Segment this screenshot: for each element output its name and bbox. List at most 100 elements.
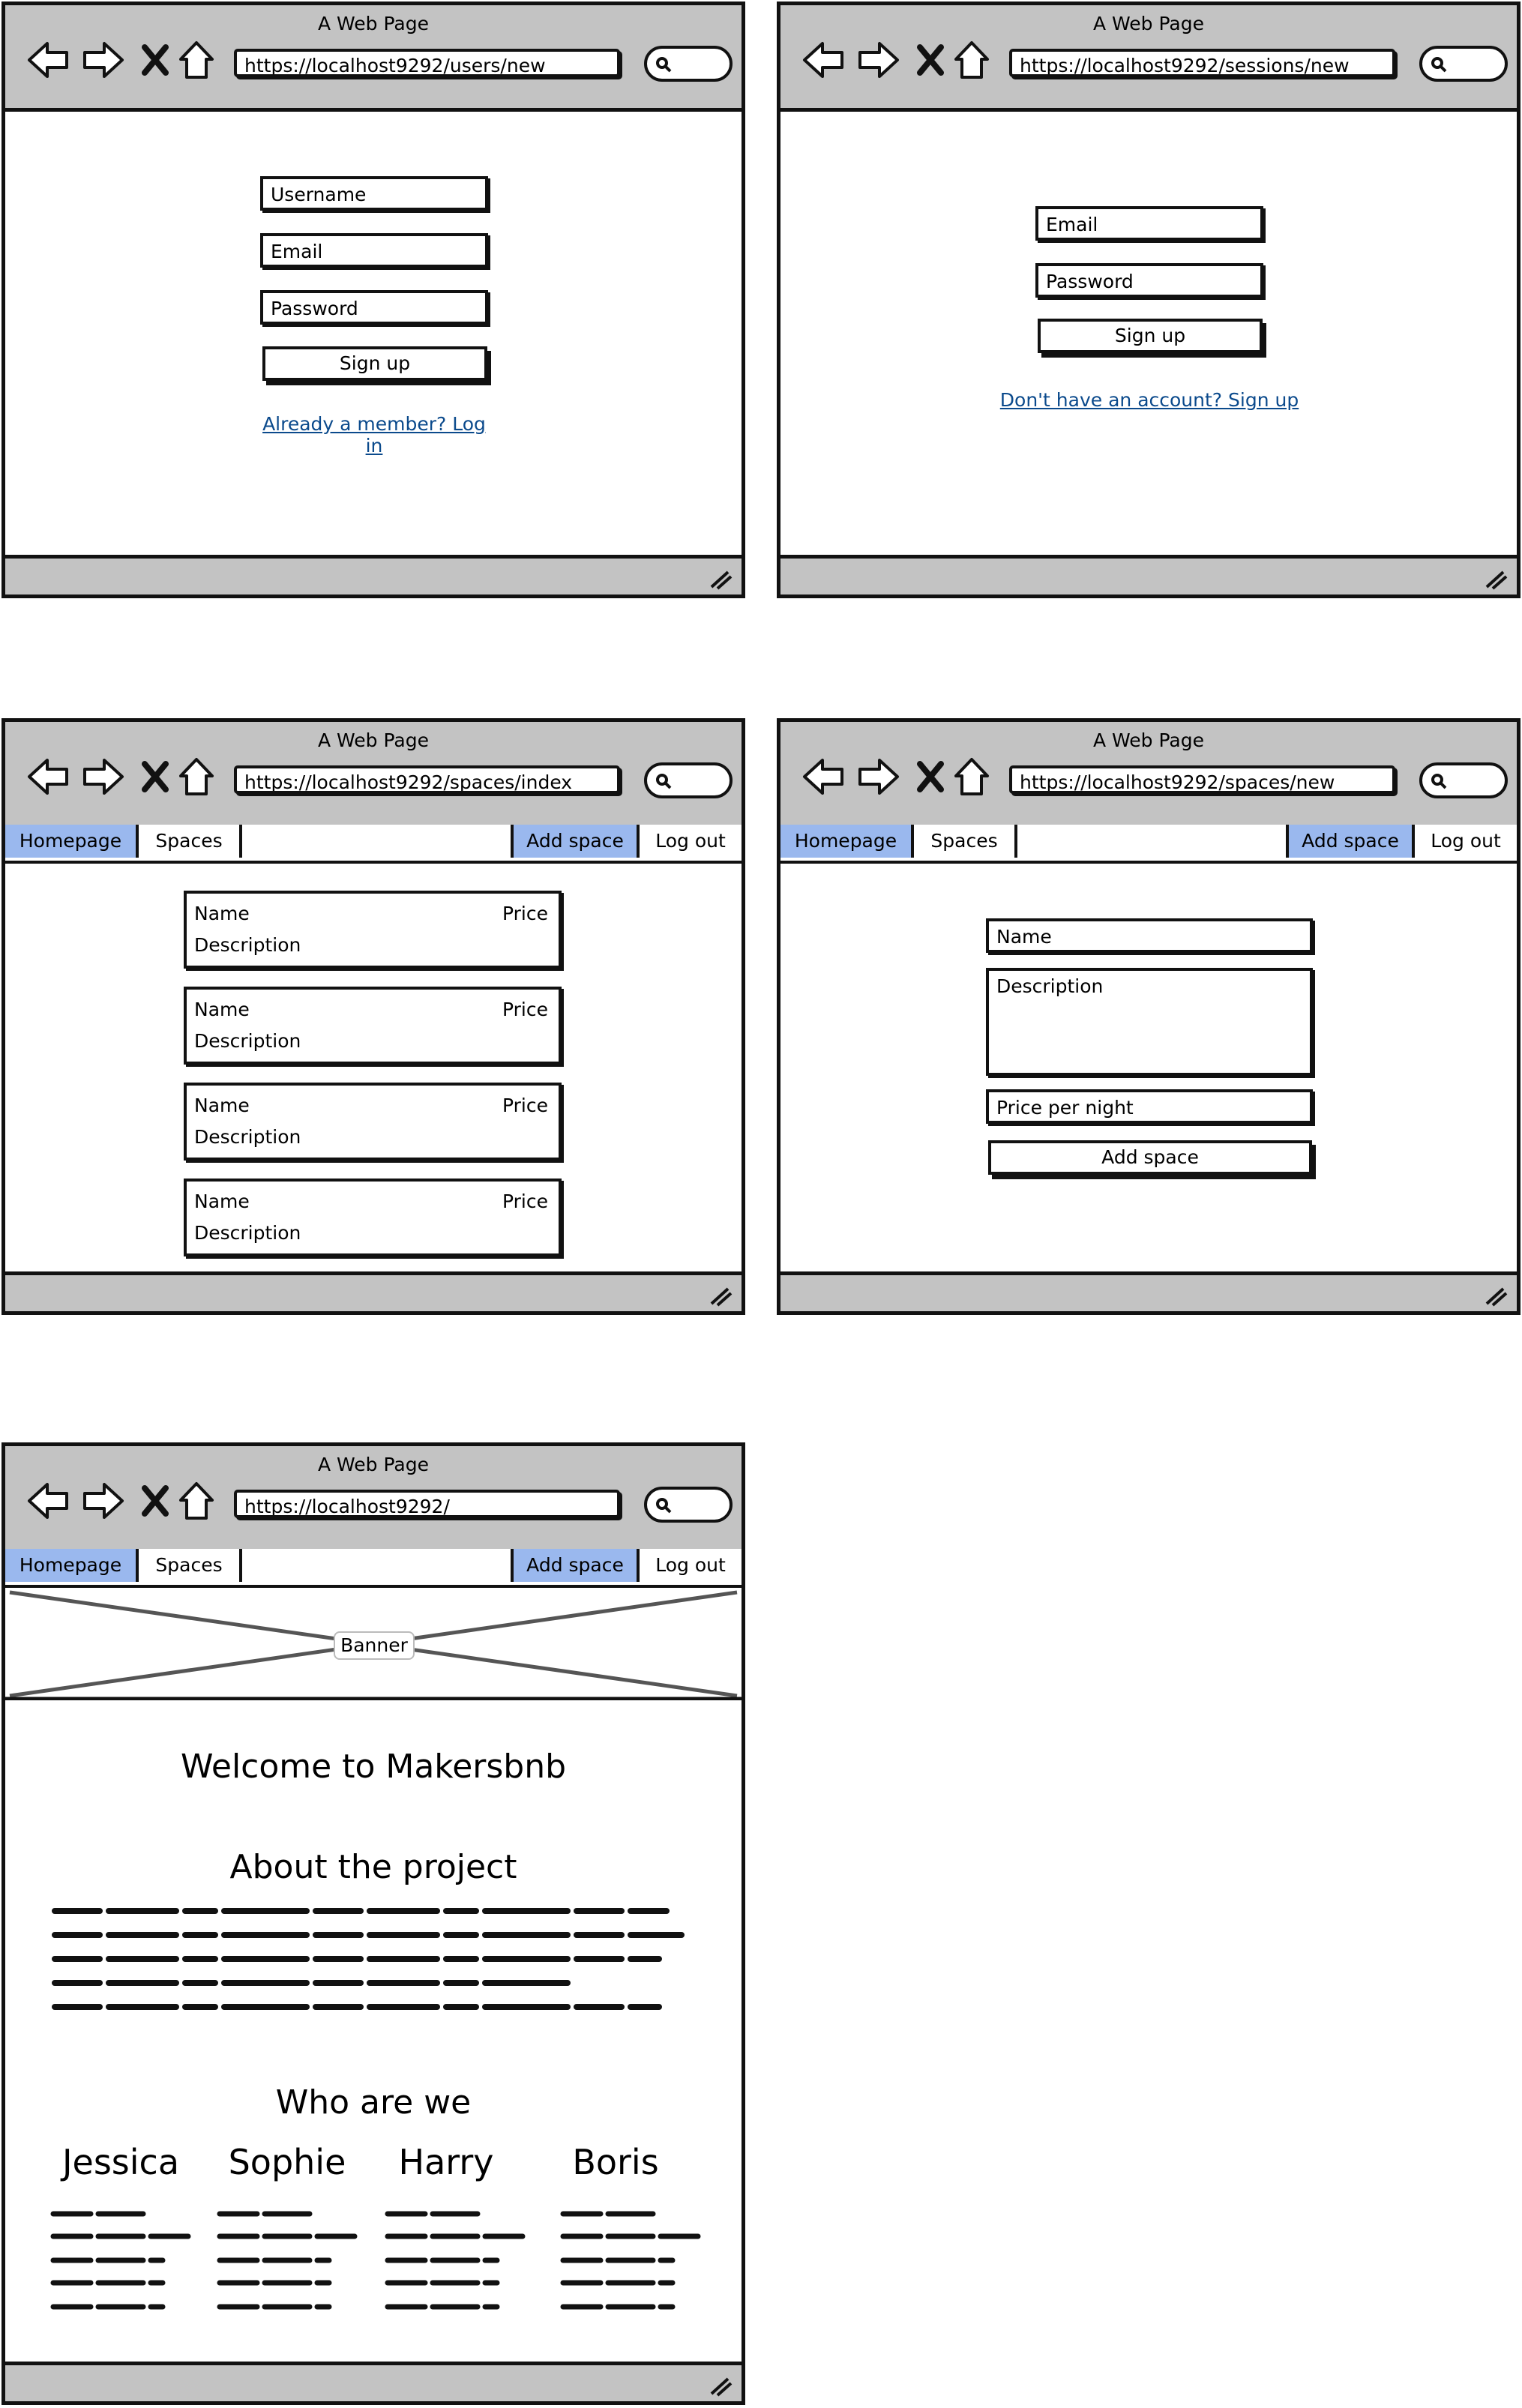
sign-up-button[interactable]: Sign up: [262, 346, 487, 381]
space-price: Price: [502, 999, 548, 1020]
search-box[interactable]: [644, 46, 733, 82]
nav-add-space[interactable]: Add space: [511, 825, 640, 858]
home-icon[interactable]: [953, 40, 990, 80]
member-name: Boris: [572, 2142, 659, 2182]
nav-log-out[interactable]: Log out: [640, 1549, 742, 1582]
browser-toolbar: A Web Page https://localhost9292/spaces/…: [780, 722, 1517, 828]
back-arrow-icon[interactable]: [26, 756, 71, 797]
space-price: Price: [502, 1191, 548, 1212]
browser-toolbar: A Web Page https://localhost9292/users/n…: [5, 5, 742, 112]
nav-log-out[interactable]: Log out: [640, 825, 742, 858]
description-field[interactable]: Description: [986, 968, 1313, 1076]
username-field[interactable]: Username: [260, 176, 488, 211]
nav-bar: Homepage Spaces Add space Log out: [5, 825, 742, 864]
member-bio-placeholder: [50, 2211, 196, 2310]
welcome-heading: Welcome to Makersbnb: [180, 1748, 567, 1786]
nav-spaces[interactable]: Spaces: [139, 825, 242, 858]
nav-add-space[interactable]: Add space: [511, 1549, 640, 1582]
address-bar[interactable]: https://localhost9292/spaces/new: [1009, 765, 1395, 794]
space-card[interactable]: Name Price Description: [184, 987, 562, 1065]
member-bio-placeholder: [560, 2211, 706, 2310]
home-icon[interactable]: [953, 756, 990, 797]
search-box[interactable]: [1419, 46, 1508, 82]
space-card[interactable]: Name Price Description: [184, 891, 562, 969]
login-window: A Web Page https://localhost9292/session…: [777, 1, 1521, 598]
search-icon: [656, 774, 672, 789]
signup-window: A Web Page https://localhost9292/users/n…: [1, 1, 745, 598]
resize-grip-icon[interactable]: [707, 2374, 733, 2397]
spaces-index-window: A Web Page https://localhost9292/spaces/…: [1, 718, 745, 1315]
forward-arrow-icon[interactable]: [80, 756, 125, 797]
close-x-icon[interactable]: [140, 756, 170, 797]
forward-arrow-icon[interactable]: [855, 756, 900, 797]
status-bar: [5, 1271, 742, 1311]
space-card[interactable]: Name Price Description: [184, 1179, 562, 1256]
search-box[interactable]: [1419, 762, 1508, 798]
nav-add-space[interactable]: Add space: [1286, 825, 1415, 858]
nav-homepage[interactable]: Homepage: [5, 825, 139, 858]
space-price: Price: [502, 903, 548, 924]
log-in-link[interactable]: Already a member? Log in: [260, 413, 488, 457]
email-field[interactable]: Email: [1035, 206, 1263, 241]
member-name: Harry: [398, 2142, 494, 2182]
password-field[interactable]: Password: [1035, 263, 1263, 298]
back-arrow-icon[interactable]: [26, 1481, 71, 1521]
close-x-icon[interactable]: [915, 756, 945, 797]
search-box[interactable]: [644, 762, 733, 798]
home-icon[interactable]: [178, 1481, 215, 1521]
address-bar[interactable]: https://localhost9292/sessions/new: [1009, 49, 1395, 77]
back-arrow-icon[interactable]: [801, 756, 846, 797]
forward-arrow-icon[interactable]: [80, 1481, 125, 1521]
about-heading: About the project: [229, 1848, 517, 1886]
nav-homepage[interactable]: Homepage: [5, 1549, 139, 1582]
home-icon[interactable]: [178, 40, 215, 80]
resize-grip-icon[interactable]: [707, 1284, 733, 1307]
search-icon: [1431, 774, 1447, 789]
add-space-button[interactable]: Add space: [988, 1140, 1312, 1175]
back-arrow-icon[interactable]: [26, 40, 71, 80]
resize-grip-icon[interactable]: [1482, 568, 1508, 590]
address-bar[interactable]: https://localhost9292/spaces/index: [234, 765, 620, 794]
name-field[interactable]: Name: [986, 918, 1313, 953]
window-title: A Web Page: [317, 1454, 430, 1475]
nav-log-out[interactable]: Log out: [1415, 825, 1517, 858]
resize-grip-icon[interactable]: [707, 568, 733, 590]
close-x-icon[interactable]: [140, 40, 170, 80]
window-title: A Web Page: [1092, 729, 1205, 751]
search-icon: [656, 1498, 672, 1514]
browser-toolbar: A Web Page https://localhost9292/: [5, 1446, 742, 1553]
price-per-night-field[interactable]: Price per night: [986, 1089, 1313, 1124]
status-bar: [780, 555, 1517, 595]
nav-spaces[interactable]: Spaces: [139, 1549, 242, 1582]
team-heading: Who are we: [275, 2083, 472, 2122]
address-bar[interactable]: https://localhost9292/users/new: [234, 49, 620, 77]
address-bar[interactable]: https://localhost9292/: [234, 1490, 620, 1518]
close-x-icon[interactable]: [915, 40, 945, 80]
sign-up-button[interactable]: Sign up: [1038, 319, 1263, 353]
nav-spaces[interactable]: Spaces: [914, 825, 1017, 858]
window-title: A Web Page: [317, 13, 430, 34]
member-bio-placeholder: [217, 2211, 362, 2310]
search-box[interactable]: [644, 1487, 733, 1523]
email-field[interactable]: Email: [260, 233, 488, 268]
back-arrow-icon[interactable]: [801, 40, 846, 80]
password-field[interactable]: Password: [260, 290, 488, 325]
sign-up-link[interactable]: Don't have an account? Sign up: [998, 389, 1301, 411]
space-card[interactable]: Name Price Description: [184, 1083, 562, 1161]
forward-arrow-icon[interactable]: [80, 40, 125, 80]
nav-bar: Homepage Spaces Add space Log out: [5, 1549, 742, 1588]
space-price: Price: [502, 1095, 548, 1116]
home-icon[interactable]: [178, 756, 215, 797]
homepage-window: A Web Page https://localhost9292/ Homepa…: [1, 1442, 745, 2405]
close-x-icon[interactable]: [140, 1481, 170, 1521]
search-icon: [1431, 57, 1447, 73]
space-name: Name: [194, 1095, 250, 1116]
search-icon: [656, 57, 672, 73]
nav-homepage[interactable]: Homepage: [780, 825, 914, 858]
spaces-new-window: A Web Page https://localhost9292/spaces/…: [777, 718, 1521, 1315]
forward-arrow-icon[interactable]: [855, 40, 900, 80]
browser-toolbar: A Web Page https://localhost9292/session…: [780, 5, 1517, 112]
space-name: Name: [194, 903, 250, 924]
member-bio-placeholder: [385, 2211, 530, 2310]
resize-grip-icon[interactable]: [1482, 1284, 1508, 1307]
